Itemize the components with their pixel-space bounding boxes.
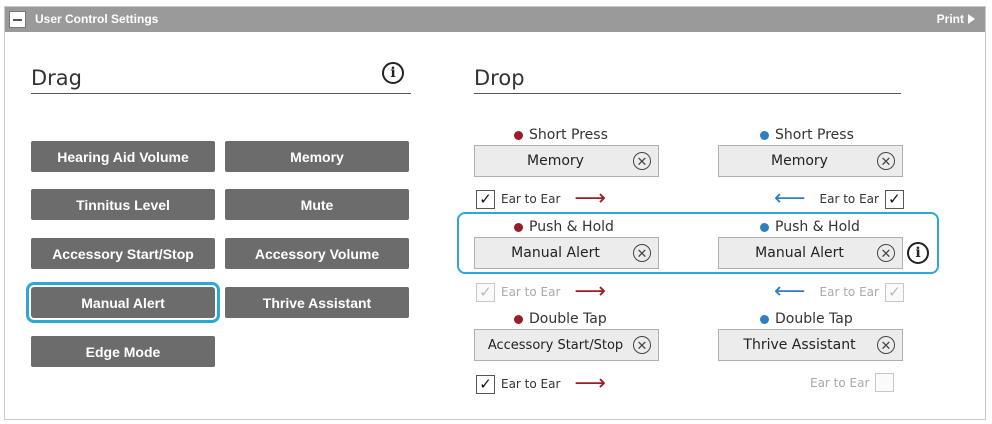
print-button[interactable]: Print [937, 12, 975, 26]
collapse-button[interactable] [9, 11, 26, 28]
left-short-press-text: Short Press [529, 127, 608, 143]
arrow-right-icon: ⟶ [574, 279, 606, 304]
play-triangle-icon [968, 14, 975, 24]
drag-button-memory[interactable]: Memory [225, 141, 409, 172]
titlebar: User Control Settings Print [5, 7, 985, 32]
right-short-press-value: Memory [771, 153, 828, 169]
left-ear-to-ear-3-checkbox[interactable]: ✓ [476, 374, 495, 394]
drag-button-accessory-volume[interactable]: Accessory Volume [225, 238, 409, 269]
right-ear-to-ear-2-label: Ear to Ear [819, 285, 879, 299]
drag-button-manual-alert[interactable]: Manual Alert [26, 282, 220, 323]
left-double-tap-slot[interactable]: Accessory Start/Stop ✕ [474, 329, 659, 361]
right-short-press-slot[interactable]: Memory ✕ [718, 145, 903, 177]
drag-button-thrive-assistant[interactable]: Thrive Assistant [225, 287, 409, 318]
drag-button-accessory-start-stop[interactable]: Accessory Start/Stop [31, 238, 215, 269]
push-hold-highlight-frame [457, 212, 939, 274]
arrow-right-icon: ⟶ [574, 186, 606, 211]
left-ear-dot-icon [514, 130, 523, 140]
left-double-tap-text: Double Tap [529, 311, 607, 327]
right-ear-to-ear-1-checkbox[interactable]: ✓ [884, 189, 904, 209]
right-ear-dot-icon [760, 130, 769, 140]
drag-button-edge-mode[interactable]: Edge Mode [31, 336, 215, 367]
drag-button-mute[interactable]: Mute [225, 189, 409, 220]
left-ear-to-ear-1-checkbox[interactable]: ✓ [476, 189, 495, 209]
right-double-tap-slot[interactable]: Thrive Assistant ✕ [718, 329, 903, 361]
left-double-tap-value: Accessory Start/Stop [487, 337, 624, 353]
left-ear-to-ear-1-label: Ear to Ear [501, 192, 561, 206]
info-icon[interactable]: i [382, 62, 404, 84]
right-ear-to-ear-1-label: Ear to Ear [819, 192, 879, 206]
left-ear-to-ear-3-label: Ear to Ear [501, 377, 561, 391]
left-short-press-value: Memory [527, 153, 584, 169]
drag-button-tinnitus-level[interactable]: Tinnitus Level [31, 189, 215, 220]
left-short-press-slot[interactable]: Memory ✕ [474, 145, 659, 177]
drag-heading: Drag [31, 66, 83, 90]
right-ear-to-ear-2-checkbox: ✓ [884, 282, 904, 302]
right-double-tap-label: Double Tap [760, 311, 853, 327]
arrow-left-icon: ⟵ [774, 186, 806, 211]
panel-title: User Control Settings [35, 12, 159, 26]
right-short-press-text: Short Press [775, 127, 854, 143]
left-ear-to-ear-1: ✓ Ear to Ear ⟶ [476, 188, 606, 210]
drag-heading-underline [31, 93, 411, 94]
clear-icon[interactable]: ✕ [633, 152, 651, 170]
right-ear-to-ear-3-checkbox [875, 373, 895, 392]
right-double-tap-value: Thrive Assistant [743, 337, 856, 353]
right-ear-to-ear-3-label: Ear to Ear [810, 375, 870, 390]
clear-icon[interactable]: ✕ [877, 152, 895, 170]
right-ear-to-ear-1: ⟵ Ear to Ear ✓ [774, 188, 904, 210]
left-ear-to-ear-2-label: Ear to Ear [501, 285, 561, 299]
right-double-tap-text: Double Tap [775, 311, 853, 327]
print-label: Print [936, 12, 964, 26]
clear-icon[interactable]: ✕ [877, 336, 895, 354]
right-ear-to-ear-3: Ear to Ear [810, 373, 895, 392]
clear-icon[interactable]: ✕ [633, 336, 651, 354]
left-ear-to-ear-2: ✓ Ear to Ear ⟶ [476, 281, 606, 303]
left-ear-to-ear-2-checkbox: ✓ [476, 282, 495, 302]
arrow-left-icon: ⟵ [774, 279, 806, 304]
left-ear-dot-icon [514, 314, 523, 324]
left-ear-to-ear-3: ✓ Ear to Ear ⟶ [476, 373, 606, 395]
right-short-press-label: Short Press [760, 127, 854, 143]
left-double-tap-label: Double Tap [514, 311, 607, 327]
right-ear-dot-icon [760, 314, 769, 324]
drag-button-hearing-aid-volume[interactable]: Hearing Aid Volume [31, 141, 215, 172]
right-ear-to-ear-2: ⟵ Ear to Ear ✓ [774, 281, 904, 303]
drop-heading: Drop [474, 66, 525, 90]
drop-heading-underline [474, 93, 901, 94]
arrow-right-icon: ⟶ [574, 371, 606, 396]
left-short-press-label: Short Press [514, 127, 608, 143]
